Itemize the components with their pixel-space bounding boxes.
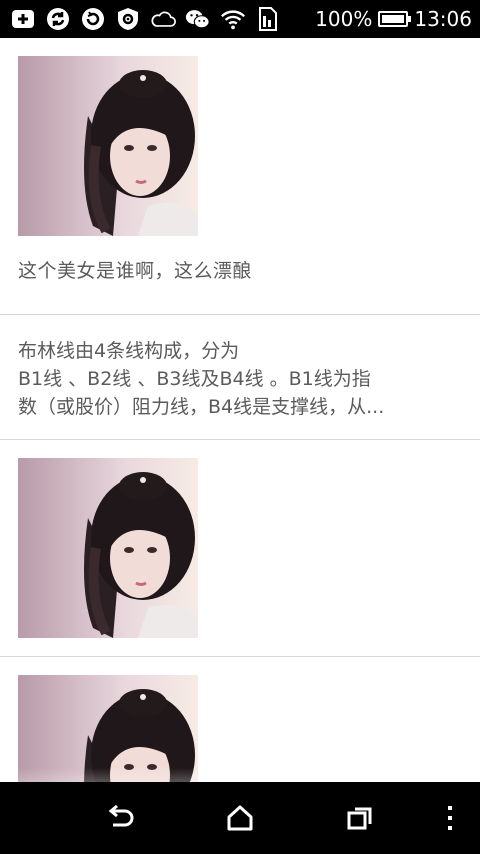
post-text-line: B1线 、B2线 、B3线及B4线 。B1线为指	[18, 368, 371, 390]
back-button[interactable]	[100, 800, 140, 836]
feed-item-image-post[interactable]	[0, 440, 480, 656]
sync-icon	[45, 6, 71, 32]
status-time: 13:06	[414, 7, 472, 31]
back-icon	[108, 805, 134, 827]
wifi-icon	[220, 6, 246, 32]
status-bar: 100% 13:06	[0, 0, 480, 38]
menu-dots-icon	[448, 806, 452, 830]
add-box-icon	[10, 6, 36, 32]
feed-item-image-post[interactable]: 这个美女是谁啊，这么漂酿	[0, 38, 480, 314]
shield-gear-icon	[115, 6, 141, 32]
feed-item-text-post[interactable]: 布林线由4条线构成，分为 B1线 、B2线 、B3线及B4线 。B1线为指 数（…	[0, 315, 480, 439]
sim-card-icon	[255, 6, 281, 32]
notification-icons	[10, 6, 281, 32]
portrait-image	[18, 675, 198, 782]
post-image[interactable]	[18, 56, 198, 236]
home-button[interactable]	[220, 800, 260, 836]
menu-button[interactable]	[430, 800, 470, 836]
battery-percent: 100%	[315, 7, 373, 31]
feed-list[interactable]: 这个美女是谁啊，这么漂酿 布林线由4条线构成，分为 B1线 、B2线 、B3线及…	[0, 38, 480, 782]
feed-item-image-post[interactable]	[0, 657, 480, 782]
post-caption: 这个美女是谁啊，这么漂酿	[18, 260, 253, 282]
home-icon	[227, 805, 253, 831]
cloud-icon	[150, 6, 176, 32]
status-right: 100% 13:06	[315, 4, 472, 34]
battery-fill	[382, 15, 405, 23]
portrait-image	[18, 458, 198, 638]
post-text-line: 布林线由4条线构成，分为	[18, 340, 240, 362]
post-text-line: 数（或股价）阻力线，B4线是支撑线，从...	[18, 396, 385, 418]
post-text: 布林线由4条线构成，分为 B1线 、B2线 、B3线及B4线 。B1线为指 数（…	[18, 337, 458, 421]
post-image[interactable]	[18, 675, 198, 782]
battery-icon	[378, 11, 412, 27]
recent-apps-icon	[347, 807, 372, 830]
refresh-circle-icon	[80, 6, 106, 32]
recent-apps-button[interactable]	[340, 800, 380, 836]
navigation-bar	[0, 782, 480, 854]
post-image[interactable]	[18, 458, 198, 638]
portrait-image	[18, 56, 198, 236]
wechat-icon	[185, 6, 211, 32]
